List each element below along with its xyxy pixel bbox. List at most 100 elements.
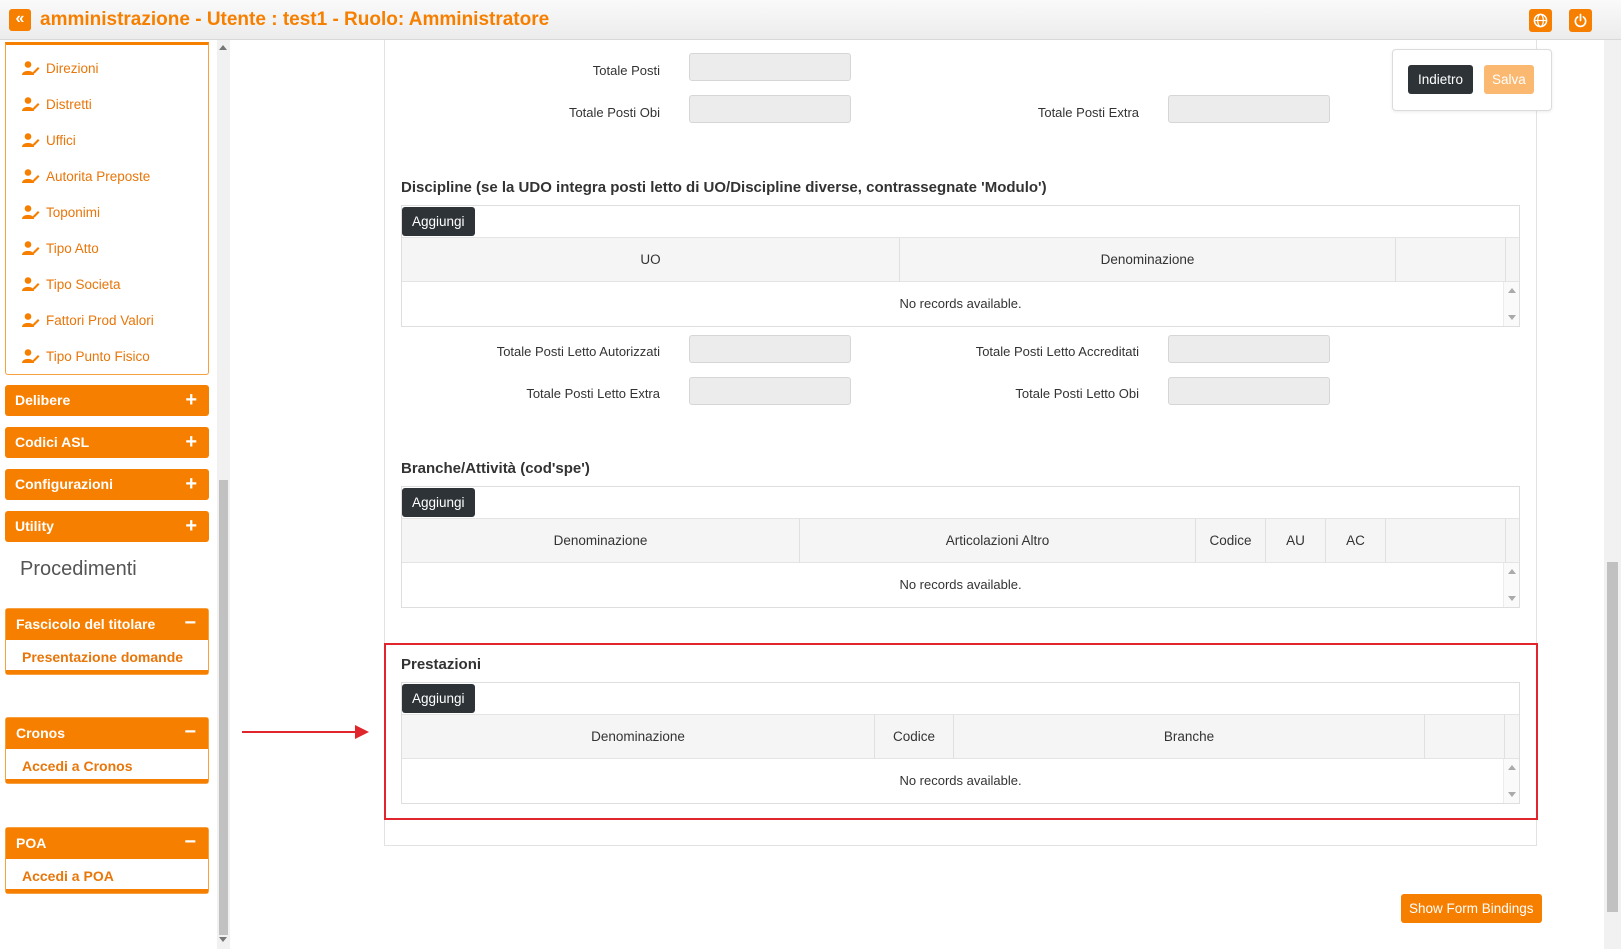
sidebar-item-fattori-prod-valori[interactable]: Fattori Prod Valori [22, 312, 154, 332]
posti-letto-extra-input[interactable] [689, 377, 851, 405]
totale-posti-obi-label: Totale Posti Obi [568, 105, 660, 120]
menu-label: Codici ASL [15, 434, 90, 450]
posti-letto-autorizzati-input[interactable] [689, 335, 851, 363]
plus-icon: + [185, 431, 197, 453]
totale-posti-input[interactable] [689, 53, 851, 81]
grid-header: UO Denominazione [402, 237, 1519, 282]
posti-letto-obi-input[interactable] [1168, 377, 1330, 405]
group-header[interactable]: Fascicolo del titolare − [6, 609, 208, 640]
save-button[interactable]: Salva [1484, 65, 1534, 94]
menu-label: Delibere [15, 392, 71, 408]
user-edit-icon [22, 349, 40, 363]
sidebar-item-tipo-punto-fisico[interactable]: Tipo Punto Fisico [22, 348, 150, 368]
posti-letto-extra-label: Totale Posti Letto Extra [526, 386, 660, 401]
column-header-articolazioni-altro[interactable]: Articolazioni Altro [800, 519, 1196, 563]
app-title: amministrazione - Utente : test1 - Ruolo… [40, 9, 550, 30]
submenu-anagrafiche: Direzioni Distretti Uffici Autorita Prep… [5, 42, 209, 375]
posti-letto-accreditati-label: Totale Posti Letto Accreditati [975, 344, 1139, 359]
scrollbar-thumb[interactable] [219, 480, 228, 935]
group-cronos: Cronos − Accedi a Cronos [5, 717, 209, 784]
user-edit-icon [22, 205, 40, 219]
globe-icon[interactable] [1529, 9, 1552, 32]
main-scrollbar[interactable] [1604, 40, 1621, 949]
sidebar-item-toponimi[interactable]: Toponimi [22, 204, 100, 224]
column-header-actions [1396, 238, 1506, 282]
grid-empty-row: No records available. [402, 563, 1519, 607]
grid-scrollbar[interactable] [1503, 563, 1519, 607]
show-form-bindings-button[interactable]: Show Form Bindings [1401, 894, 1542, 923]
menu-label: Configurazioni [15, 476, 113, 492]
top-bar: « amministrazione - Utente : test1 - Ruo… [0, 0, 1621, 40]
link-accedi-cronos[interactable]: Accedi a Cronos [6, 749, 208, 783]
column-header-denominazione[interactable]: Denominazione [402, 519, 800, 563]
power-icon[interactable] [1569, 9, 1592, 32]
discipline-add-button[interactable]: Aggiungi [402, 207, 475, 236]
scroll-up-arrow-icon[interactable] [219, 45, 227, 50]
highlight-box [384, 643, 1538, 820]
column-header-uo[interactable]: UO [402, 238, 900, 282]
sidebar-item-uffici[interactable]: Uffici [22, 132, 76, 152]
plus-icon: + [185, 389, 197, 411]
sidebar-item-direzioni[interactable]: Direzioni [22, 60, 99, 80]
scroll-down-arrow-icon[interactable] [1508, 596, 1516, 601]
sidebar: Direzioni Distretti Uffici Autorita Prep… [0, 40, 215, 949]
menu-label: Utility [15, 518, 54, 534]
scroll-down-arrow-icon[interactable] [1508, 315, 1516, 320]
totale-posti-obi-input[interactable] [689, 95, 851, 123]
user-edit-icon [22, 61, 40, 75]
link-presentazione-domande[interactable]: Presentazione domande [6, 640, 208, 674]
sidebar-item-label: Fattori Prod Valori [46, 313, 154, 328]
link-accedi-poa[interactable]: Accedi a POA [6, 859, 208, 893]
group-header[interactable]: POA − [6, 828, 208, 859]
scroll-down-arrow-icon[interactable] [219, 937, 227, 942]
no-records-text: No records available. [899, 577, 1022, 592]
grid-toolbar: Aggiungi [402, 487, 1519, 518]
sidebar-item-distretti[interactable]: Distretti [22, 96, 92, 116]
column-header-actions [1386, 519, 1506, 563]
posti-letto-accreditati-input[interactable] [1168, 335, 1330, 363]
group-fascicolo-titolare: Fascicolo del titolare − Presentazione do… [5, 608, 209, 675]
scroll-up-arrow-icon[interactable] [1508, 288, 1516, 293]
column-header-au[interactable]: AU [1266, 519, 1326, 563]
sidebar-item-autorita-preposte[interactable]: Autorita Preposte [22, 168, 150, 188]
branche-add-button[interactable]: Aggiungi [402, 488, 475, 517]
scrollbar-thumb[interactable] [1607, 562, 1618, 912]
menu-codici-asl[interactable]: Codici ASL + [5, 427, 209, 458]
column-header-codice[interactable]: Codice [1196, 519, 1266, 563]
menu-configurazioni[interactable]: Configurazioni + [5, 469, 209, 500]
column-header-ac[interactable]: AC [1326, 519, 1386, 563]
section-title-procedimenti: Procedimenti [20, 558, 137, 580]
posti-letto-obi-label: Totale Posti Letto Obi [1015, 386, 1139, 401]
menu-utility[interactable]: Utility + [5, 511, 209, 542]
minus-icon: − [184, 721, 196, 743]
grid-header: Denominazione Articolazioni Altro Codice… [402, 518, 1519, 563]
totale-posti-extra-label: Totale Posti Extra [1037, 105, 1139, 120]
grid-scrollbar[interactable] [1503, 282, 1519, 326]
minus-icon: − [184, 612, 196, 634]
sidebar-item-tipo-societa[interactable]: Tipo Societa [22, 276, 121, 296]
sidebar-item-label: Autorita Preposte [46, 169, 151, 184]
group-poa: POA − Accedi a POA [5, 827, 209, 894]
annotation-arrow-line [242, 731, 356, 733]
totale-posti-extra-input[interactable] [1168, 95, 1330, 123]
column-header-denominazione[interactable]: Denominazione [900, 238, 1396, 282]
arrow-right-icon [355, 725, 369, 739]
group-header[interactable]: Cronos − [6, 718, 208, 749]
plus-icon: + [185, 515, 197, 537]
scroll-up-arrow-icon[interactable] [1508, 569, 1516, 574]
double-chevron-left-icon[interactable]: « [9, 9, 31, 31]
user-edit-icon [22, 133, 40, 147]
user-edit-icon [22, 97, 40, 111]
discipline-title: Discipline (se la UDO integra posti lett… [401, 179, 1047, 196]
sidebar-scrollbar[interactable] [217, 40, 230, 949]
menu-delibere[interactable]: Delibere + [5, 385, 209, 416]
back-button[interactable]: Indietro [1408, 65, 1474, 94]
user-edit-icon [22, 313, 40, 327]
user-edit-icon [22, 241, 40, 255]
sidebar-item-label: Uffici [46, 133, 76, 148]
sidebar-item-label: Toponimi [46, 205, 101, 220]
sidebar-item-label: Tipo Societa [46, 277, 121, 292]
sidebar-item-tipo-atto[interactable]: Tipo Atto [22, 240, 99, 260]
discipline-grid: Aggiungi UO Denominazione No records ava… [401, 205, 1520, 327]
sidebar-item-label: Distretti [46, 97, 92, 112]
